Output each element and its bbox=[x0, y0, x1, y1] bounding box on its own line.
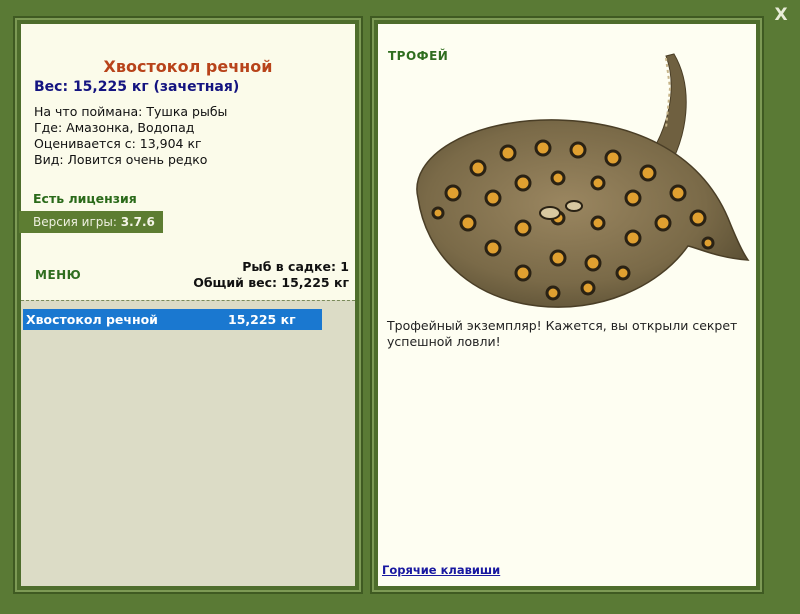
menu-button[interactable]: МЕНЮ bbox=[35, 268, 81, 282]
keepnet-total-weight: Общий вес: 15,225 кг bbox=[193, 275, 349, 290]
location-info: Где: Амазонка, Водопад bbox=[34, 120, 195, 135]
list-item-weight: 15,225 кг bbox=[228, 312, 296, 327]
bait-info: На что поймана: Тушка рыбы bbox=[34, 104, 228, 119]
version-number: 3.7.6 bbox=[120, 215, 155, 229]
license-status: Есть лицензия bbox=[33, 191, 137, 206]
keepnet-count: Рыб в садке: 1 bbox=[242, 259, 349, 274]
fish-name: Хвостокол речной bbox=[103, 57, 273, 76]
fish-weight: Вес: 15,225 кг (зачетная) bbox=[34, 79, 240, 95]
list-item[interactable]: Хвостокол речной 15,225 кг bbox=[23, 309, 322, 330]
fish-info-content: Хвостокол речной Вес: 15,225 кг (зачетна… bbox=[19, 24, 355, 586]
trophy-message: Трофейный экземпляр! Кажется, вы открыли… bbox=[387, 318, 738, 349]
version-label: Версия игры: bbox=[33, 215, 121, 229]
hotkeys-link[interactable]: Горячие клавиши bbox=[382, 563, 500, 577]
valuation-info: Оценивается с: 13,904 кг bbox=[34, 136, 202, 151]
trophy-content: ТРОФЕЙ Трофейный экземпляр! Кажется, вы … bbox=[378, 24, 756, 586]
close-icon: X bbox=[774, 5, 788, 25]
trophy-panel: ТРОФЕЙ Трофейный экземпляр! Кажется, вы … bbox=[370, 16, 764, 594]
keepnet-stats: Рыб в садке: 1 Общий вес: 15,225 кг bbox=[193, 259, 349, 291]
version-bar: Версия игры: 3.7.6 bbox=[19, 211, 163, 233]
keepnet-list[interactable]: Хвостокол речной 15,225 кг bbox=[21, 300, 355, 586]
rarity-info: Вид: Ловится очень редко bbox=[34, 152, 208, 167]
fish-info-panel: Хвостокол речной Вес: 15,225 кг (зачетна… bbox=[13, 16, 363, 594]
list-item-name: Хвостокол речной bbox=[26, 312, 158, 327]
close-button[interactable]: X bbox=[772, 6, 790, 24]
stingray-image bbox=[416, 53, 750, 308]
